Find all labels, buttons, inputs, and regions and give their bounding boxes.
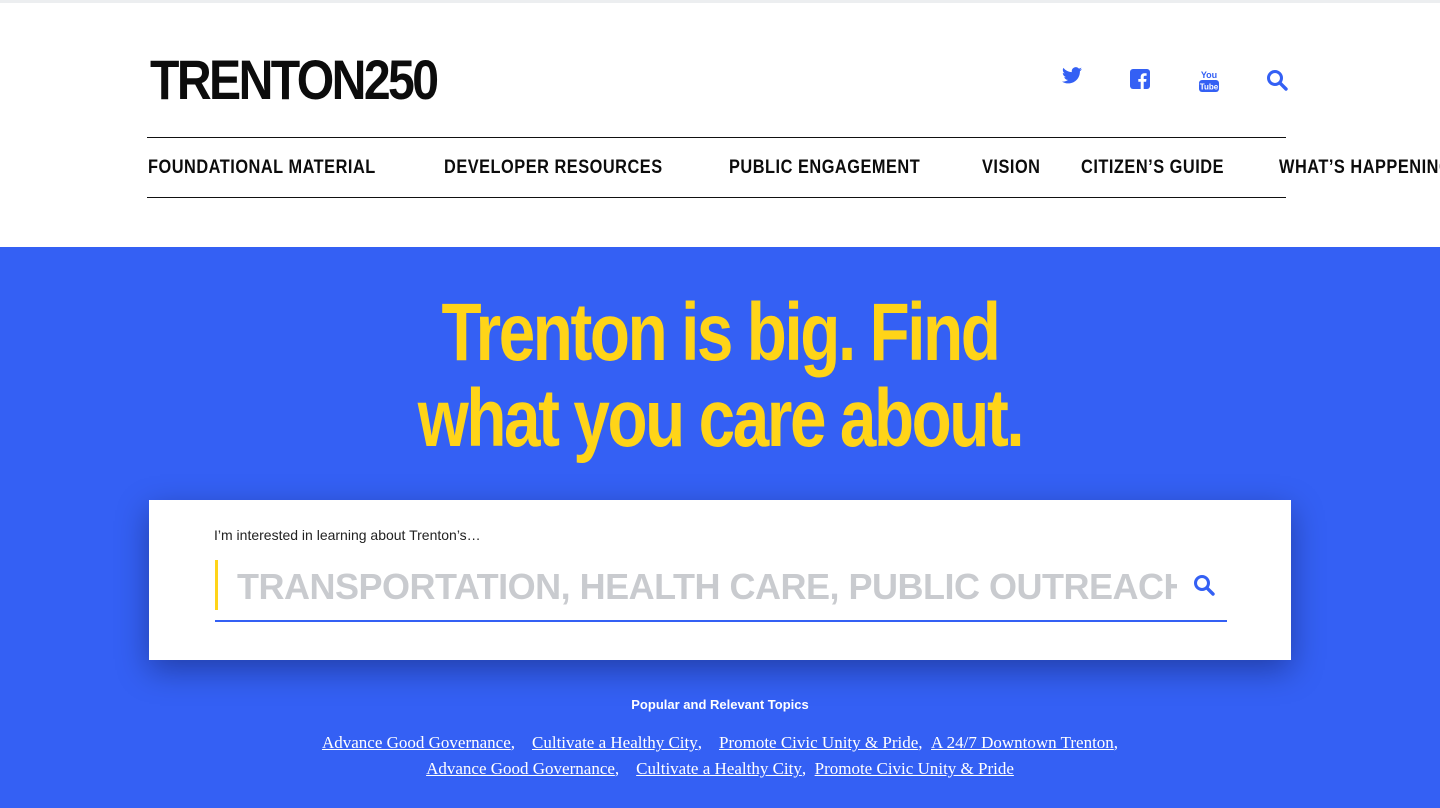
nav-item-vision[interactable]: VISION [982, 157, 1040, 179]
topic-separator: , [697, 733, 719, 752]
topic-separator: , [918, 733, 932, 752]
search-input[interactable] [235, 560, 1179, 614]
svg-text:You: You [1201, 70, 1217, 80]
topic-link[interactable]: Advance Good Governance [426, 759, 615, 778]
search-label: I’m interested in learning about Trenton… [214, 527, 481, 543]
search-field [215, 560, 1227, 622]
topic-separator: , [1113, 733, 1119, 752]
nav-item-whats-happening[interactable]: WHAT’S HAPPENING [1279, 157, 1440, 179]
nav-item-foundational-material[interactable]: FOUNDATIONAL MATERIAL [148, 157, 376, 179]
svg-text:Tube: Tube [1200, 83, 1219, 92]
search-icon[interactable] [1266, 69, 1288, 96]
nav-item-citizens-guide[interactable]: CITIZEN’S GUIDE [1081, 157, 1224, 179]
topic-separator: , [510, 733, 533, 752]
main-nav: FOUNDATIONAL MATERIAL DEVELOPER RESOURCE… [147, 137, 1440, 198]
twitter-icon[interactable] [1062, 67, 1082, 89]
topic-link[interactable]: A 24/7 Downtown Trenton [931, 733, 1114, 752]
topics-row-1: Advance Good Governance, Cultivate a Hea… [0, 733, 1440, 753]
topics-title: Popular and Relevant Topics [631, 697, 809, 712]
search-card: I’m interested in learning about Trenton… [149, 500, 1291, 660]
search-submit-icon[interactable] [1193, 574, 1217, 598]
topic-link[interactable]: Cultivate a Healthy City [636, 759, 802, 778]
hero-headline-line2: what you care about. [417, 373, 1025, 464]
hero-headline-line1: Trenton is big. Find [441, 287, 1001, 378]
nav-list: FOUNDATIONAL MATERIAL DEVELOPER RESOURCE… [148, 138, 1440, 197]
site-header: TRENTON250 You Tube FOUNDATIONAL MATERIA… [0, 3, 1440, 247]
topic-separator: , [614, 759, 637, 778]
topics-row-2: Advance Good Governance, Cultivate a Hea… [0, 759, 1440, 779]
topic-separator: , [801, 759, 815, 778]
nav-item-developer-resources[interactable]: DEVELOPER RESOURCES [444, 157, 663, 179]
nav-item-public-engagement[interactable]: PUBLIC ENGAGEMENT [729, 157, 920, 179]
hero-headline: Trenton is big. Find what you care about… [0, 290, 1440, 462]
facebook-icon[interactable] [1130, 69, 1150, 94]
site-logo[interactable]: TRENTON250 [150, 47, 439, 113]
topic-link[interactable]: Promote Civic Unity & Pride [815, 759, 1014, 778]
search-caret-bar [215, 560, 218, 610]
youtube-icon[interactable]: You Tube [1198, 69, 1220, 98]
topic-link[interactable]: Promote Civic Unity & Pride [719, 733, 918, 752]
topic-link[interactable]: Cultivate a Healthy City [532, 733, 698, 752]
topic-link[interactable]: Advance Good Governance [322, 733, 511, 752]
